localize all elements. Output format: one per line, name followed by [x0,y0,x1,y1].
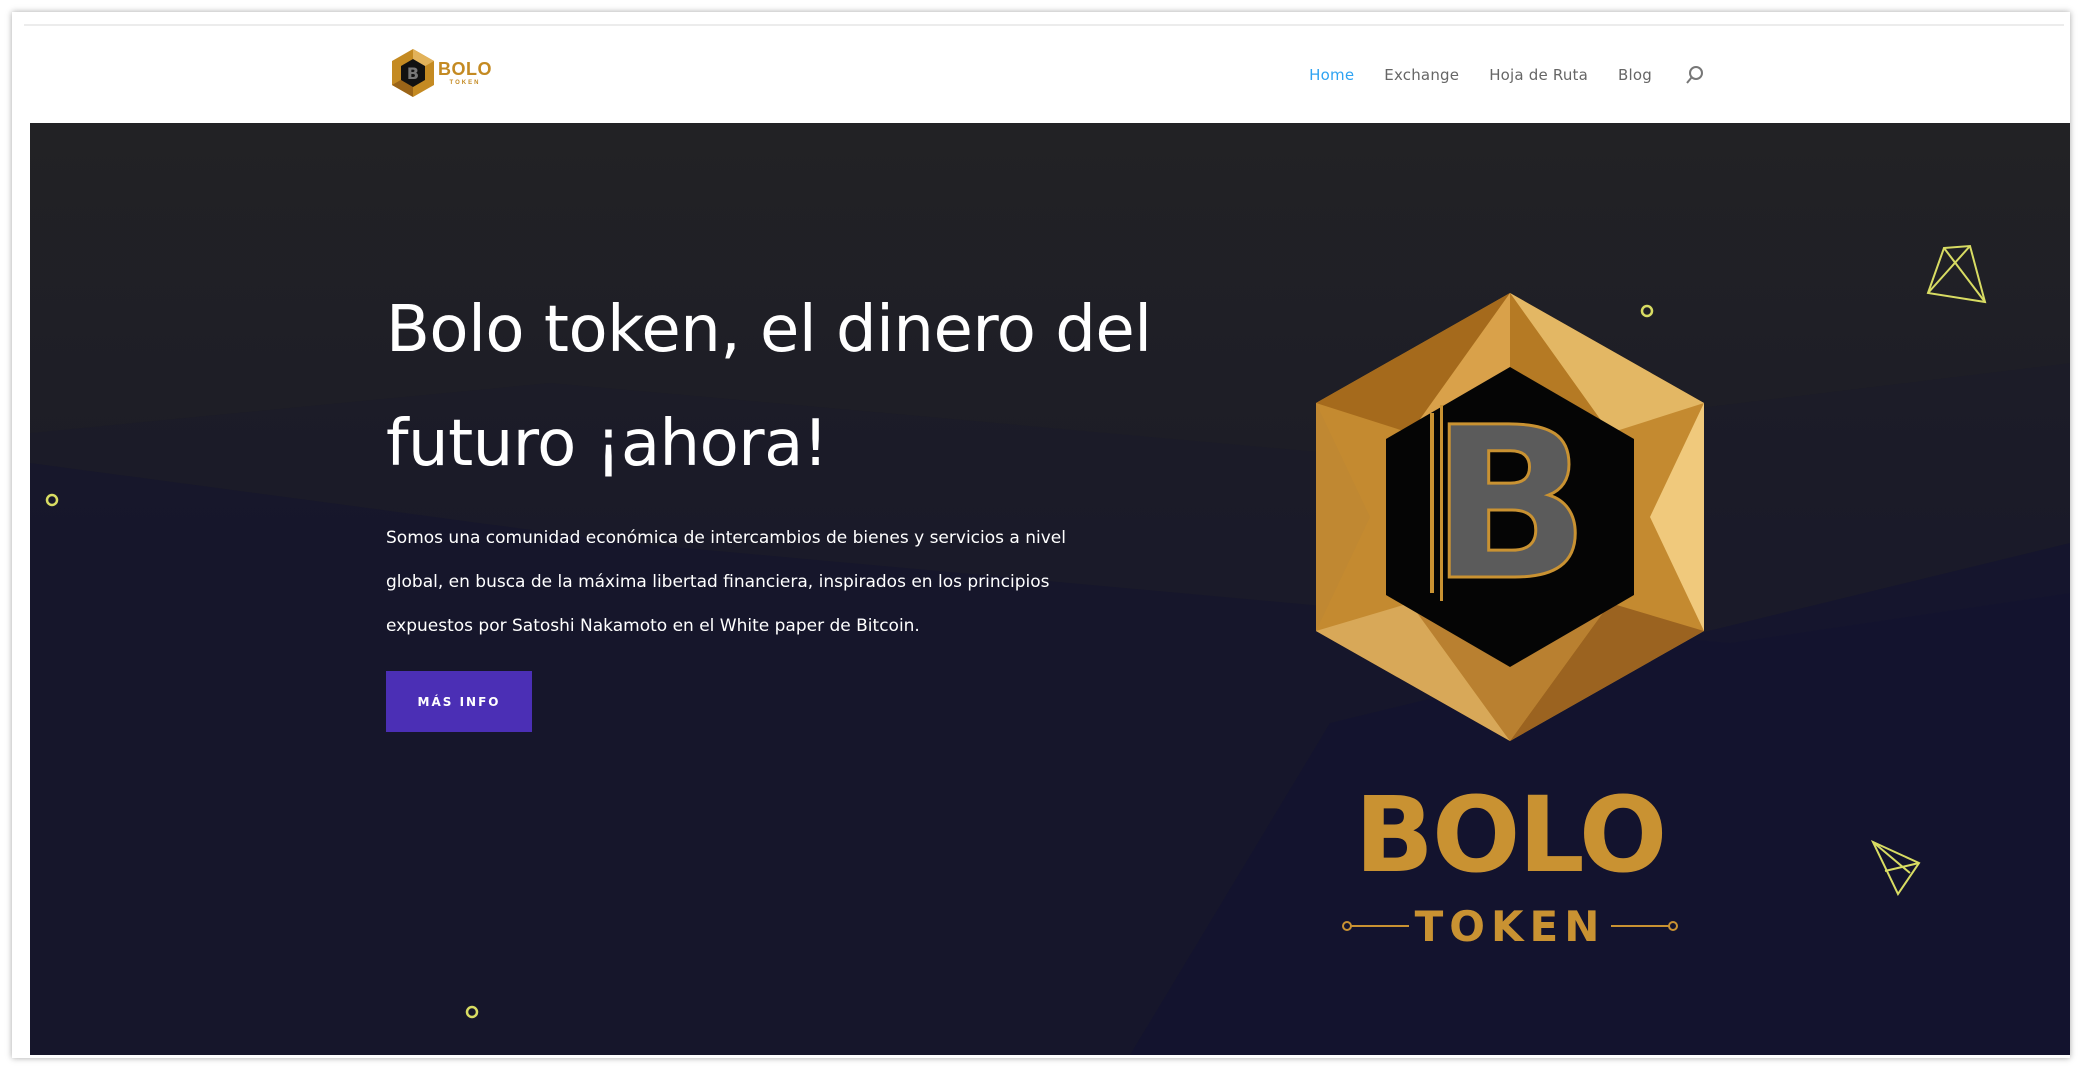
brand-divider-left [1341,921,1409,931]
description-line: expuestos por Satoshi Nakamoto en el Whi… [386,616,920,636]
site-header: B BOLO TOKEN Home Exchange Hoja de Ruta … [30,30,2070,122]
brand-subtitle: TOKEN [1340,901,1680,951]
description-line: Somos una comunidad económica de interca… [386,528,1066,548]
headline-line: Bolo token, el dinero del [386,293,1152,367]
nav-item-exchange[interactable]: Exchange [1384,66,1459,84]
hero-description: Somos una comunidad económica de interca… [386,516,1266,648]
logo-hexagon-icon: B [392,49,434,97]
nav-item-blog[interactable]: Blog [1618,66,1652,84]
brand-subword: TOKEN [1414,901,1606,951]
headline-line: futuro ¡ahora! [386,407,828,481]
site-logo[interactable]: B BOLO TOKEN [390,48,492,98]
top-divider [24,24,2064,26]
svg-text:B: B [407,64,419,83]
nav-item-home[interactable]: Home [1309,66,1354,84]
nav-item-hoja-de-ruta[interactable]: Hoja de Ruta [1489,66,1588,84]
hero-section: Bolo token, el dinero del futuro ¡ahora!… [30,123,2070,1055]
logo-word: BOLO [438,59,492,79]
brand-wordmark: BOLO [1354,774,1668,896]
description-line: global, en busca de la máxima libertad f… [386,572,1050,592]
brand-divider-right [1611,921,1679,931]
logo-subword: TOKEN [449,80,481,86]
deco-triangle [1926,244,1987,304]
svg-text:B: B [1430,382,1590,627]
search-icon[interactable] [1684,64,1706,86]
bolo-token-emblem: B [1316,293,1704,741]
mas-info-button[interactable]: MÁS INFO [386,671,532,732]
main-nav: Home Exchange Hoja de Ruta Blog [1309,64,1706,86]
hero-headline: Bolo token, el dinero del futuro ¡ahora! [386,273,1206,501]
